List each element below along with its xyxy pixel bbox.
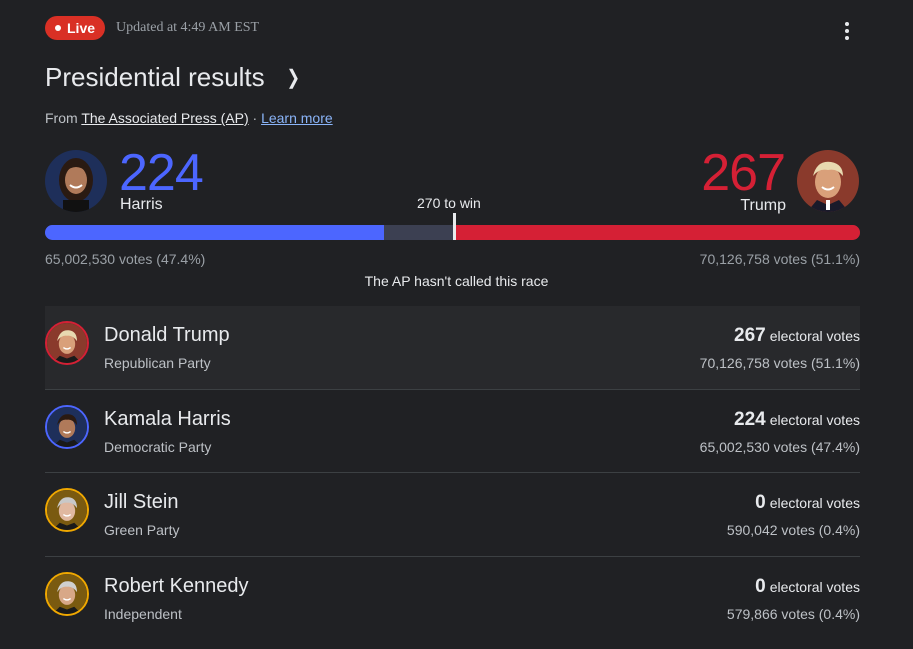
trump-electoral-count: 267 xyxy=(701,144,786,202)
candidate-electoral-votes: 224 electoral votes xyxy=(734,409,860,431)
candidate-name: Robert Kennedy xyxy=(104,574,249,597)
bar-republican-segment xyxy=(455,225,860,240)
candidate-party: Republican Party xyxy=(104,355,211,371)
candidate-electoral-votes: 267 electoral votes xyxy=(734,325,860,347)
electoral-label: electoral votes xyxy=(769,328,860,344)
candidate-party: Independent xyxy=(104,605,182,622)
race-status: The AP hasn't called this race xyxy=(364,273,549,289)
chevron-right-icon: ❯ xyxy=(286,67,300,89)
candidate-avatar xyxy=(45,488,89,532)
harris-avatar xyxy=(45,150,107,212)
source-line: From The Associated Press (AP) · Learn m… xyxy=(45,110,333,126)
header-bar: Live Updated at 4:49 AM EST xyxy=(45,16,259,40)
learn-more-link[interactable]: Learn more xyxy=(261,110,333,126)
threshold-marker xyxy=(452,213,456,240)
candidate-popular-votes: 590,042 votes (0.4%) xyxy=(726,522,860,538)
source-separator: · xyxy=(248,110,262,126)
candidate-name: Donald Trump xyxy=(104,324,230,346)
live-dot-icon xyxy=(55,25,61,31)
candidate-name: Kamala Harris xyxy=(104,407,231,430)
candidate-electoral-votes: 0 electoral votes xyxy=(755,492,860,514)
live-label: Live xyxy=(67,20,96,36)
candidate-popular-votes: 70,126,758 votes (51.1%) xyxy=(699,355,860,371)
harris-electoral-count: 224 xyxy=(119,144,204,202)
source-prefix: From xyxy=(45,110,82,126)
candidate-row[interactable]: Jill Stein Green Party 0 electoral votes … xyxy=(45,473,860,557)
electoral-label: electoral votes xyxy=(769,495,860,511)
candidate-avatar xyxy=(45,571,89,616)
candidate-name: Jill Stein xyxy=(104,491,179,513)
electoral-label: electoral votes xyxy=(769,411,860,428)
candidate-popular-votes: 65,002,530 votes (47.4%) xyxy=(699,438,860,455)
candidate-row[interactable]: Robert Kennedy Independent 0 electoral vo… xyxy=(45,557,860,641)
live-badge: Live xyxy=(45,16,106,40)
candidate-row[interactable]: Kamala Harris Democratic Party 224 electo… xyxy=(45,390,860,473)
trump-label: Trump xyxy=(740,197,786,214)
electoral-count: 0 xyxy=(755,575,766,597)
ap-link[interactable]: The Associated Press (AP) xyxy=(81,110,248,126)
candidate-avatar xyxy=(45,404,89,449)
page-title: Presidential results xyxy=(45,62,265,92)
electoral-count: 224 xyxy=(734,408,766,430)
candidate-list: Donald Trump Republican Party 267 elector… xyxy=(45,306,860,640)
candidate-avatar xyxy=(45,321,89,365)
threshold-label: 270 to win xyxy=(417,195,481,211)
candidate-party: Democratic Party xyxy=(104,438,212,455)
candidate-popular-votes: 579,866 votes (0.4%) xyxy=(726,605,860,622)
candidate-party: Green Party xyxy=(104,522,180,538)
harris-popular-votes: 65,002,530 votes (47.4%) xyxy=(45,251,206,267)
title-link[interactable]: Presidential results ❯ xyxy=(45,62,301,93)
electoral-count: 267 xyxy=(734,325,766,346)
trump-popular-votes: 70,126,758 votes (51.1%) xyxy=(699,251,860,267)
candidate-electoral-votes: 0 electoral votes xyxy=(755,576,860,598)
trump-avatar xyxy=(797,150,859,212)
updated-timestamp: Updated at 4:49 AM EST xyxy=(116,20,260,35)
electoral-label: electoral votes xyxy=(769,578,860,595)
more-options-icon[interactable] xyxy=(841,20,853,42)
electoral-count: 0 xyxy=(755,492,766,513)
harris-label: Harris xyxy=(120,196,163,213)
bar-democrat-segment xyxy=(45,225,385,240)
candidate-row[interactable]: Donald Trump Republican Party 267 elector… xyxy=(45,306,860,390)
